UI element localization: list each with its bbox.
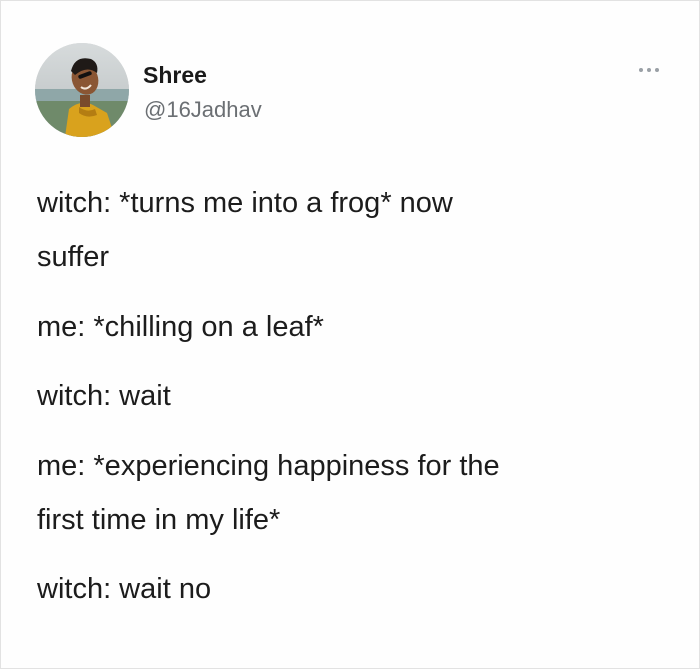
more-dot	[655, 68, 659, 72]
tweet-text-line: witch: wait	[37, 380, 171, 412]
more-dot	[639, 68, 643, 72]
more-dot	[647, 68, 651, 72]
tweet-text-line: witch: wait no	[37, 573, 212, 605]
tweet-text-line: first time in my life*	[37, 504, 281, 536]
author-display-name[interactable]: Shree	[143, 61, 207, 89]
tweet-text-line: me: *chilling on a leaf*	[37, 311, 324, 343]
more-options-icon[interactable]	[639, 65, 659, 75]
tweet-text-line: me: *experiencing happiness for the	[37, 450, 500, 482]
tweet-text-line: suffer	[37, 241, 110, 273]
author-handle[interactable]: @16Jadhav	[144, 96, 262, 124]
tweet-text-line: witch: *turns me into a frog* now	[37, 187, 453, 219]
avatar-photo-icon	[35, 43, 129, 137]
author-avatar[interactable]	[35, 43, 129, 137]
tweet-card: Shree @16Jadhav witch: *turns me into a …	[0, 0, 700, 669]
